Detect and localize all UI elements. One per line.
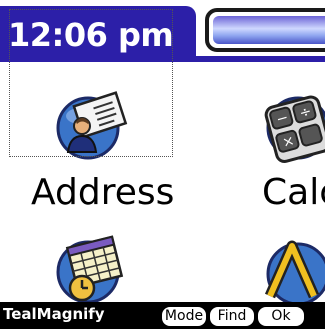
mode-button[interactable]: Mode	[162, 307, 206, 326]
datebook-icon	[56, 235, 124, 304]
find-button[interactable]: Find	[210, 307, 254, 326]
palm-screen: 12:06 pm − ÷ × Address Cal TealMagnify M…	[0, 0, 325, 329]
magnify-brand-label: TealMagnify	[3, 305, 105, 323]
ok-button[interactable]: Ok	[258, 307, 304, 326]
magnify-toolbar: TealMagnify Mode Find Ok	[0, 302, 325, 329]
calc-app-button[interactable]: − ÷ ×	[262, 86, 325, 170]
address-app-label[interactable]: Address	[31, 172, 174, 213]
hotsync-app-button[interactable]	[262, 230, 325, 306]
calc-app-label[interactable]: Calc	[262, 172, 325, 213]
calculator-icon: − ÷ ×	[264, 95, 325, 163]
hotsync-icon	[264, 240, 325, 306]
battery-fill	[213, 16, 325, 44]
datebook-app-button[interactable]	[56, 230, 136, 306]
battery-gauge	[205, 8, 325, 52]
magnify-selection-box[interactable]	[9, 9, 173, 157]
